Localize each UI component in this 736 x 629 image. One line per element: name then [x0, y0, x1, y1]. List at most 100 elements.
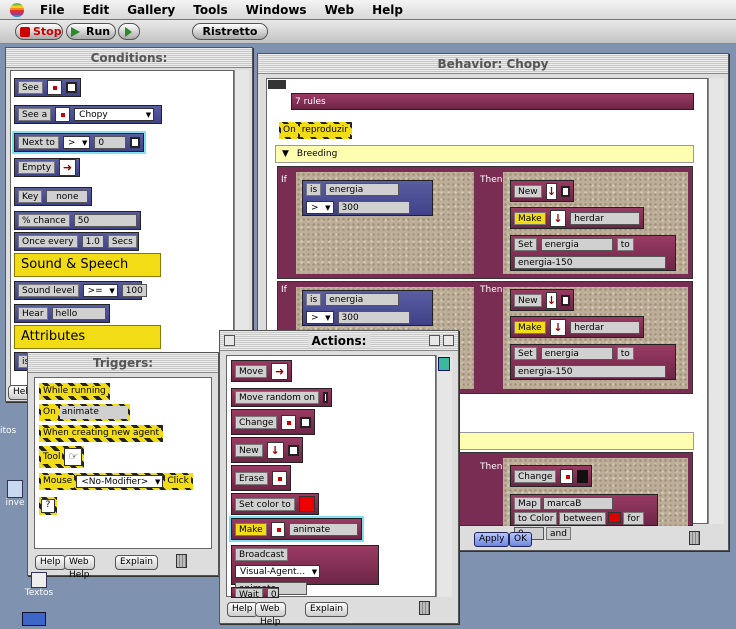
action-erase[interactable]: Erase	[231, 465, 292, 491]
action-move-random[interactable]: Move random on	[231, 388, 332, 407]
trigger-when-creating[interactable]: When creating new agent	[39, 425, 163, 442]
broadcast-dropdown[interactable]: Visual-Agent...	[235, 565, 321, 578]
hear-value[interactable]: hello	[51, 307, 106, 320]
actions-titlebar[interactable]: Actions:	[220, 331, 458, 351]
menu-help[interactable]: Help	[372, 3, 403, 17]
actions-scrollbar[interactable]	[436, 355, 452, 597]
condition-hear[interactable]: Hear hello	[14, 304, 110, 323]
actions-web-help-button[interactable]: Web Help	[255, 602, 286, 627]
triggers-help-button[interactable]: Help	[35, 555, 66, 570]
desktop-folder-icon[interactable]	[22, 612, 46, 626]
collapse-triangle-icon[interactable]: ▼	[282, 149, 289, 159]
condition-see-a[interactable]: See a Chopy	[14, 105, 162, 124]
scroll-thumb[interactable]	[438, 357, 450, 371]
condition-once-every[interactable]: Once every 1.0 Secs	[14, 232, 139, 251]
desktop-icon-textos[interactable]: Textos	[22, 572, 56, 598]
stop-icon	[20, 26, 30, 37]
document-icon	[31, 572, 47, 588]
rule-2-new-action[interactable]: New ↓	[510, 289, 574, 311]
key-value[interactable]: none	[46, 190, 89, 203]
trigger-mouse[interactable]: Mouse<No-Modifier>Click	[39, 473, 193, 490]
folder-icon	[7, 480, 23, 498]
chance-value[interactable]: 50	[73, 214, 137, 227]
desktop-label-itos[interactable]: itos	[0, 426, 16, 436]
condition-key[interactable]: Key none	[14, 187, 93, 206]
black-depiction-icon	[577, 469, 588, 483]
actions-trash-icon[interactable]	[419, 601, 430, 615]
rule-1-set-action[interactable]: Set energia to energia-150	[510, 235, 676, 271]
apple-icon[interactable]	[10, 2, 24, 17]
agent-icon	[55, 107, 71, 122]
collapse-box-icon[interactable]	[443, 335, 454, 346]
action-set-color[interactable]: Set color to	[231, 493, 319, 515]
section-breeding[interactable]: ▼ Breeding	[275, 145, 694, 163]
triggers-trash-icon[interactable]	[176, 554, 187, 568]
menu-gallery[interactable]: Gallery	[127, 3, 175, 17]
trigger-tool[interactable]: Tool ☞	[39, 446, 85, 468]
sound-value[interactable]: 100	[121, 284, 147, 297]
condition-chance[interactable]: % chance 50	[14, 211, 141, 230]
next-to-value[interactable]: 0	[94, 136, 126, 149]
condition-sound-level[interactable]: Sound level>=100	[14, 281, 147, 300]
apply-button[interactable]: Apply	[474, 532, 510, 547]
see-a-dropdown[interactable]: Chopy	[74, 108, 155, 121]
menu-tools[interactable]: Tools	[193, 3, 227, 17]
condition-empty[interactable]: Empty ➜	[14, 158, 81, 177]
project-button[interactable]: Ristretto	[192, 23, 268, 40]
conditions-titlebar[interactable]: Conditions:	[6, 48, 252, 68]
category-sound-speech[interactable]: Sound & Speech	[14, 253, 161, 277]
action-move[interactable]: Move ➜	[231, 360, 293, 382]
menu-windows[interactable]: Windows	[246, 3, 307, 17]
menu-web[interactable]: Web	[325, 3, 355, 17]
condition-see[interactable]: See	[14, 78, 81, 97]
direction-arrow-icon: ➜	[59, 159, 77, 176]
category-attributes[interactable]: Attributes	[14, 325, 161, 349]
trigger-while-running[interactable]: While running	[39, 383, 110, 400]
action-broadcast[interactable]: BroadcastVisual-Agent...animate	[231, 545, 379, 595]
rule-2-set-action[interactable]: Set energia to energia-150	[510, 344, 676, 380]
behavior-titlebar[interactable]: Behavior: Chopy	[258, 54, 728, 74]
run-button[interactable]: Run	[66, 23, 116, 40]
once-every-value[interactable]: 1.0	[81, 235, 104, 248]
menu-file[interactable]: File	[40, 3, 65, 17]
action-new[interactable]: New ↓	[231, 437, 303, 463]
down-arrow-icon: ↓	[545, 182, 558, 200]
step-button[interactable]	[118, 23, 140, 40]
behavior-tab[interactable]	[268, 80, 286, 89]
actions-help-button[interactable]: Help	[227, 602, 258, 617]
close-box-icon[interactable]	[224, 335, 235, 346]
triggers-web-help-button[interactable]: Web Help	[64, 555, 95, 580]
agent-look-icon	[46, 80, 62, 95]
mouse-modifier-dropdown[interactable]: <No-Modifier>	[76, 475, 164, 488]
rule-3-change-action[interactable]: Change	[510, 465, 592, 487]
rule-2-is-condition[interactable]: isenergia>300	[302, 290, 433, 326]
rule-1-make-action[interactable]: Make ↓ herdar	[510, 207, 644, 229]
rule-3-map-action[interactable]: MapmarcaBto Colorbetweenfor0and	[510, 494, 658, 540]
sound-operator[interactable]: >=	[82, 284, 118, 297]
rule-1-is-condition[interactable]: isenergia>300	[302, 180, 433, 216]
trigger-on[interactable]: On animate	[39, 404, 130, 421]
behavior-trash-icon[interactable]	[689, 531, 700, 545]
menu-edit[interactable]: Edit	[83, 3, 110, 17]
rule-1-new-action[interactable]: New ↓	[510, 180, 574, 202]
zoom-box-icon[interactable]	[429, 335, 440, 346]
section-2-header[interactable]	[456, 432, 694, 450]
action-make[interactable]: Make animate	[231, 518, 362, 540]
stop-button[interactable]: Stop	[15, 23, 63, 40]
triggers-titlebar[interactable]: Triggers:	[28, 353, 218, 373]
trigger-unknown[interactable]: ?	[39, 497, 57, 515]
on-reproduzir-trigger[interactable]: On reproduzir	[279, 122, 352, 139]
red-color-swatch-icon[interactable]	[298, 496, 315, 512]
ok-button[interactable]: OK	[509, 532, 532, 547]
actions-explain-button[interactable]: Explain	[305, 602, 348, 617]
new-down-arrow-icon: ↓	[266, 441, 284, 459]
behavior-scrollbar[interactable]	[708, 78, 724, 524]
rule-2-make-action[interactable]: Make ↓ herdar	[510, 316, 644, 338]
triggers-explain-button[interactable]: Explain	[115, 555, 158, 570]
desktop-icon-inve[interactable]: inve	[4, 480, 26, 508]
condition-next-to[interactable]: Next to>0	[14, 133, 144, 152]
next-to-operator[interactable]: >	[62, 136, 91, 149]
action-change[interactable]: Change	[231, 409, 316, 435]
red-color-swatch[interactable]	[608, 512, 622, 523]
action-wait[interactable]: Wait0.5	[231, 587, 279, 598]
